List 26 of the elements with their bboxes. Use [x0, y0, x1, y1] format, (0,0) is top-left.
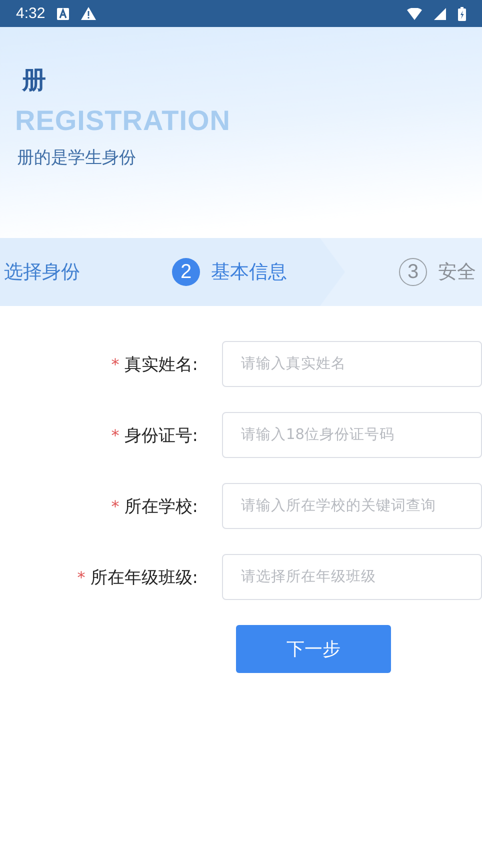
wifi-icon	[407, 8, 422, 20]
battery-icon	[458, 6, 466, 20]
required-mark: *	[111, 496, 120, 516]
input-field[interactable]: 请输入所在学校的关键词查询	[222, 483, 482, 529]
step-number: 3	[399, 258, 427, 286]
page-subtitle: REGISTRATION	[15, 104, 230, 138]
required-mark: *	[111, 426, 120, 444]
identity-note: 册的是学生身份	[17, 147, 136, 169]
input-field[interactable]: 请选择所在年级班级	[222, 554, 482, 600]
signal-icon	[434, 8, 446, 20]
step-label: 选择身份	[4, 260, 80, 285]
warning-icon	[81, 7, 96, 20]
field-label: 所在年级班级:	[90, 566, 198, 588]
page-title: 册	[22, 65, 46, 95]
field-label: 身份证号:	[124, 424, 198, 446]
field-label: 真实姓名:	[124, 354, 198, 376]
step-label: 基本信息	[211, 260, 287, 285]
step-label: 安全	[438, 260, 476, 285]
required-mark: *	[111, 354, 120, 374]
input-field[interactable]: 请输入18位身份证号码	[222, 412, 482, 458]
input-field[interactable]: 请输入真实姓名	[222, 341, 482, 387]
field-label: 所在学校:	[124, 496, 198, 518]
status-time: 4:32	[16, 5, 46, 22]
text-icon	[57, 8, 70, 20]
required-mark: *	[77, 568, 86, 586]
next-button[interactable]: 下一步	[236, 625, 391, 673]
